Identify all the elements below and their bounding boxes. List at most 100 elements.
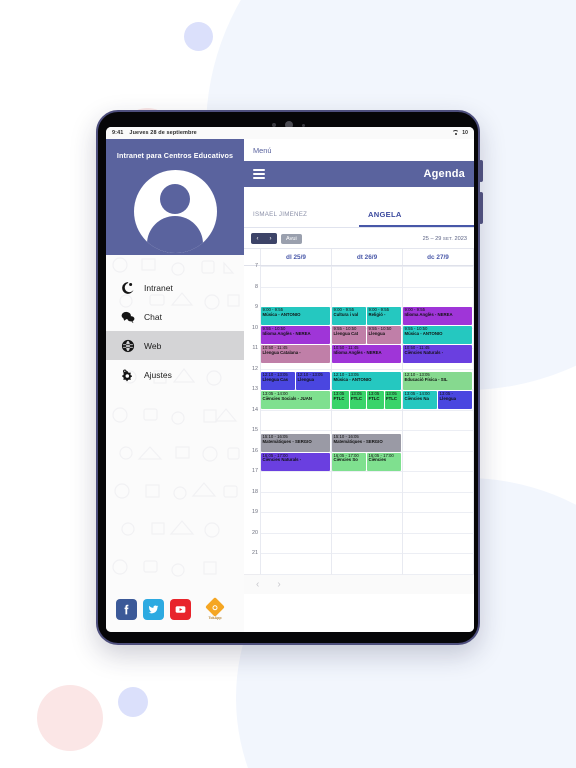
day-header-0[interactable]: dl 25/9: [261, 249, 332, 265]
grid-hour-line: [332, 532, 402, 534]
day-header-gutter: [244, 249, 261, 265]
calendar-event[interactable]: 10:50 - 11:45 Idioma Anglès - NEREA: [332, 344, 401, 364]
page-root: 9:41 Jueves 28 de septiembre 10 Intranet…: [0, 0, 576, 768]
event-title: Llengua: [297, 376, 314, 382]
main-panel: Menú Agenda ISMAEL JIMENEZ ANGELA ‹ › Av…: [244, 139, 474, 632]
status-bar-indicators: 10: [452, 130, 468, 136]
hour-label-18: 18: [252, 488, 258, 495]
event-title: Religió -: [368, 311, 386, 317]
calendar-event[interactable]: 9:55 - 10:50 Llengua: [367, 325, 401, 345]
event-title: FTLC: [333, 395, 345, 401]
grid-hour-line: [332, 266, 402, 267]
calendar-event[interactable]: 16:05 - 17:00 Ciències So: [332, 452, 366, 471]
status-bar-time: 9:41: [112, 130, 124, 136]
event-title: FTLC: [386, 395, 397, 401]
grid-hour-line: [403, 512, 473, 514]
calendar-event[interactable]: 13:05 FTLC: [349, 390, 366, 410]
day-header-1[interactable]: dt 26/9: [332, 249, 403, 265]
calendar-event[interactable]: 16:05 - 17:00 Ciències: [367, 452, 401, 471]
grid-hour-line: [403, 532, 473, 534]
grid-hour-line: [261, 471, 331, 473]
calendar-event[interactable]: 12:10 - 13:05 Educació Física - SIL: [403, 372, 472, 391]
today-button[interactable]: Avui: [281, 233, 302, 244]
event-title: Idioma Anglès - NEREA: [333, 349, 382, 355]
sidebar-item-chat[interactable]: Chat: [106, 302, 244, 331]
calendar-event[interactable]: 13:05 - Llengua: [438, 390, 472, 410]
calendar-event[interactable]: 12:10 - 13:05 Música - ANTONIO: [332, 372, 401, 391]
day-column-2[interactable]: 9:00 - 9:55 Idioma Anglès - NEREA 9:55 - 1…: [403, 266, 474, 575]
event-title: Música - ANTONIO: [333, 376, 372, 382]
calendar-event[interactable]: 13:05 FTLC: [384, 390, 401, 410]
hour-label-16: 16: [252, 447, 258, 454]
next-week-button[interactable]: ›: [264, 233, 277, 244]
sidebar-item-label: Web: [144, 340, 162, 351]
grid-hour-line: [261, 491, 331, 493]
hamburger-menu-icon[interactable]: [253, 168, 265, 180]
calendar-event[interactable]: 13:05 FTLC: [367, 390, 384, 410]
footer-prev-button[interactable]: ‹: [256, 579, 259, 590]
tab-angela[interactable]: ANGELA: [359, 203, 474, 227]
day-column-1[interactable]: 9:00 - 9:55 Cultura i val 9:00 - 9:55 Relig…: [332, 266, 403, 575]
grid-hour-line: [403, 450, 473, 452]
twitter-icon[interactable]: [143, 599, 164, 620]
calendar-nav-buttons: ‹ ›: [251, 233, 277, 244]
calendar-event[interactable]: 9:55 - 10:50 Llengua Cat: [332, 325, 366, 345]
prev-week-button[interactable]: ‹: [251, 233, 264, 244]
calendar-event[interactable]: 12:10 - 13:05 Llengua: [296, 372, 330, 391]
calendar-event[interactable]: 10:50 - 11:45 Llengua Catalana -: [261, 344, 330, 364]
date-range-month: SET.: [442, 235, 453, 241]
calendar-event[interactable]: 16:05 - 17:00 Ciències Naturals -: [261, 452, 330, 471]
tab-ismael-jimenez[interactable]: ISMAEL JIMENEZ: [244, 203, 359, 227]
event-title: Ciències Socials - JUAN: [262, 395, 312, 401]
facebook-icon[interactable]: [116, 599, 137, 620]
youtube-icon[interactable]: [170, 599, 191, 620]
grid-hour-line: [332, 368, 402, 370]
footer-next-button[interactable]: ›: [277, 579, 280, 590]
hour-label-20: 20: [252, 529, 258, 536]
tablet-volume-button: [479, 160, 483, 182]
calendar-event[interactable]: 9:55 - 10:50 Idioma Anglès - NEREA: [261, 325, 330, 345]
status-bar-date: Jueves 28 de septiembre: [129, 130, 197, 136]
date-range-days: 25 – 29: [422, 235, 442, 242]
hour-label-14: 14: [252, 406, 258, 413]
status-bar: 9:41 Jueves 28 de septiembre 10: [106, 127, 474, 139]
hour-label-19: 19: [252, 509, 258, 516]
calendar-event[interactable]: 15:10 - 16:05 Matemàtiques - SERGIO: [261, 433, 330, 452]
decorative-circle-blue-bottom: [118, 687, 148, 717]
grid-hour-line: [403, 430, 473, 432]
event-title: Música - ANTONIO: [262, 311, 301, 317]
calendar-event[interactable]: 9:00 - 9:55 Idioma Anglès - NEREA: [403, 307, 472, 326]
date-range-label: 25 – 29 SET. 2023: [423, 236, 467, 242]
event-title: Ciències Naturals -: [262, 457, 302, 463]
calendar-event[interactable]: 9:00 - 9:55 Religió -: [367, 307, 401, 326]
hour-label-12: 12: [252, 365, 258, 372]
day-column-0[interactable]: 9:00 - 9:55 Música - ANTONIO 9:55 - 10:50 I…: [261, 266, 332, 575]
calendar-event[interactable]: 13:05 - 14:00 Ciències Na: [403, 390, 437, 410]
calendar-event[interactable]: 10:50 - 11:45 Ciències Naturals -: [403, 344, 472, 364]
sidebar-item-intranet[interactable]: Intranet: [106, 273, 244, 302]
calendar-event[interactable]: 9:00 - 9:55 Cultura i val: [332, 307, 366, 326]
calendar-event[interactable]: 9:00 - 9:55 Música - ANTONIO: [261, 307, 330, 326]
event-title: Llengua Cas: [262, 376, 289, 382]
grid-hour-line: [261, 553, 331, 555]
day-header-2[interactable]: dc 27/9: [403, 249, 474, 265]
calendar-event[interactable]: 9:55 - 10:50 Música - ANTONIO: [403, 325, 472, 345]
sidebar-item-web[interactable]: Web: [106, 331, 244, 360]
tablet-device-frame: 9:41 Jueves 28 de septiembre 10 Intranet…: [96, 110, 483, 645]
calendar-event[interactable]: 15:10 - 16:05 Matemàtiques - SERGIO: [332, 433, 401, 452]
grid-hour-line: [261, 368, 331, 370]
sidebar-nav: Intranet Chat Web Ajustes: [106, 273, 244, 389]
tokapp-logo[interactable]: TokApp: [203, 596, 227, 620]
sidebar-item-ajustes[interactable]: Ajustes: [106, 360, 244, 389]
user-avatar-icon[interactable]: [133, 170, 217, 253]
calendar-event[interactable]: 12:10 - 13:05 Llengua Cas: [261, 372, 295, 391]
hour-label-10: 10: [252, 324, 258, 331]
sidebar-item-label: Ajustes: [144, 369, 172, 380]
grid-hour-line: [332, 574, 402, 575]
calendar-event[interactable]: 13:05 FTLC: [332, 390, 349, 410]
event-title: Música - ANTONIO: [404, 330, 443, 336]
calendar-toolbar: ‹ › Avui 25 – 29 SET. 2023: [244, 228, 474, 248]
menu-label[interactable]: Menú: [253, 146, 272, 155]
calendar-event[interactable]: 13:05 - 14:00 Ciències Socials - JUAN: [261, 390, 330, 410]
event-title: Ciències So: [333, 457, 358, 463]
